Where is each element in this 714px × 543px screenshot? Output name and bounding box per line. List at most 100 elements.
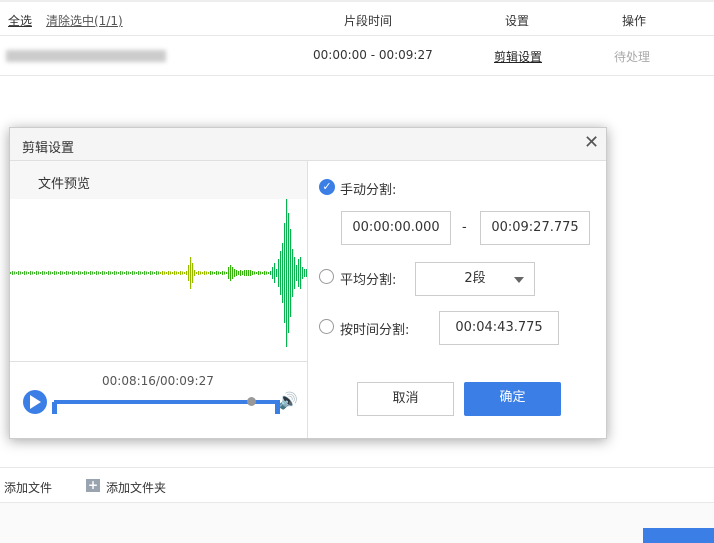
add-file-button[interactable]: 添加文件 (4, 479, 52, 496)
waveform-bar (158, 271, 160, 275)
manual-start-input[interactable]: 00:00:00.000 (341, 211, 451, 245)
waveform-bar (50, 271, 52, 275)
average-split-label: 平均分割: (340, 273, 397, 288)
waveform-bar (44, 271, 46, 275)
waveform-bar (156, 271, 158, 275)
waveform (10, 199, 307, 347)
close-icon[interactable]: ✕ (584, 132, 599, 153)
waveform-bar (292, 249, 294, 297)
waveform-bar (228, 267, 230, 279)
waveform-bar (224, 271, 226, 275)
divider (10, 361, 307, 362)
waveform-bar (132, 271, 134, 275)
waveform-bar (116, 271, 118, 275)
manual-split-radio[interactable]: ✓ (319, 179, 335, 195)
progress-knob[interactable] (246, 397, 256, 406)
waveform-bar (226, 272, 228, 274)
manual-split-label: 手动分割: (340, 183, 397, 198)
waveform-bar (280, 251, 282, 295)
waveform-bar (40, 272, 42, 274)
waveform-bar (242, 271, 244, 275)
average-split-select[interactable]: 2段 (415, 262, 535, 296)
waveform-bar (150, 271, 152, 275)
waveform-bar (22, 272, 24, 274)
waveform-bar (96, 271, 98, 275)
waveform-bar (272, 267, 274, 279)
waveform-bar (36, 271, 38, 275)
waveform-bar (174, 271, 176, 275)
waveform-bar (232, 267, 234, 279)
waveform-bar (276, 269, 278, 277)
dialog-header: 剪辑设置 ✕ (10, 128, 606, 161)
blurred-filename (6, 50, 166, 62)
waveform-bar (34, 272, 36, 274)
play-icon (30, 395, 41, 409)
waveform-bar (106, 272, 108, 274)
cancel-button[interactable]: 取消 (357, 382, 454, 416)
clear-selection-link[interactable]: 清除选中(1/1) (46, 12, 123, 29)
bottom-bar (0, 503, 714, 543)
col-settings: 设置 (505, 14, 530, 28)
waveform-bar (286, 199, 288, 347)
waveform-bar (290, 229, 292, 317)
waveform-bar (94, 272, 96, 274)
waveform-bar (46, 272, 48, 274)
waveform-bar (162, 271, 164, 275)
waveform-bar (300, 257, 302, 289)
footer-toolbar: 添加文件 + 添加文件夹 (0, 467, 714, 503)
waveform-bar (246, 270, 248, 276)
waveform-bar (66, 271, 68, 275)
waveform-bar (98, 271, 100, 275)
waveform-bar (252, 271, 254, 275)
waveform-bar (266, 271, 268, 275)
waveform-bar (92, 271, 94, 275)
average-split-radio[interactable] (319, 269, 334, 284)
waveform-bar (282, 243, 284, 303)
waveform-bar (32, 271, 34, 275)
manual-end-input[interactable]: 00:09:27.775 (480, 211, 590, 245)
waveform-bar (260, 271, 262, 275)
chevron-down-icon (514, 277, 524, 283)
waveform-bar (234, 269, 236, 277)
edit-settings-link[interactable]: 剪辑设置 (494, 48, 542, 65)
volume-icon[interactable]: 🔊 (278, 391, 298, 410)
bytime-split-input[interactable]: 00:04:43.775 (439, 311, 559, 345)
waveform-bar (222, 271, 224, 275)
waveform-bar (236, 270, 238, 276)
waveform-bar (250, 270, 252, 276)
waveform-bar (254, 271, 256, 275)
row-time: 00:00:00 - 00:09:27 (313, 48, 433, 62)
waveform-bar (212, 271, 214, 275)
waveform-bar (82, 272, 84, 274)
waveform-bar (114, 271, 116, 275)
waveform-bar (62, 271, 64, 275)
waveform-bar (262, 272, 264, 274)
confirm-button[interactable]: 确定 (464, 382, 561, 416)
col-time: 片段时间 (344, 14, 393, 28)
waveform-bar (86, 271, 88, 275)
waveform-bar (216, 271, 218, 275)
waveform-bar (154, 272, 156, 274)
waveform-bar (74, 271, 76, 275)
waveform-bar (20, 271, 22, 275)
waveform-bar (152, 271, 154, 275)
start-button[interactable] (643, 528, 714, 543)
waveform-bar (78, 271, 80, 275)
select-all-link[interactable]: 全选 (8, 12, 32, 29)
trim-start-handle[interactable] (52, 402, 57, 414)
average-split-value: 2段 (464, 271, 486, 286)
waveform-bar (110, 271, 112, 275)
waveform-bar (100, 272, 102, 274)
waveform-bar (288, 213, 290, 333)
waveform-bar (304, 269, 306, 277)
waveform-bar (264, 271, 266, 275)
add-folder-button[interactable]: 添加文件夹 (106, 479, 166, 496)
bytime-split-radio[interactable] (319, 319, 334, 334)
waveform-bar (124, 272, 126, 274)
waveform-bar (256, 272, 258, 274)
waveform-bar (38, 271, 40, 275)
play-button[interactable] (23, 390, 47, 414)
waveform-bar (270, 271, 272, 275)
waveform-bar (230, 265, 232, 281)
waveform-bar (166, 272, 168, 274)
